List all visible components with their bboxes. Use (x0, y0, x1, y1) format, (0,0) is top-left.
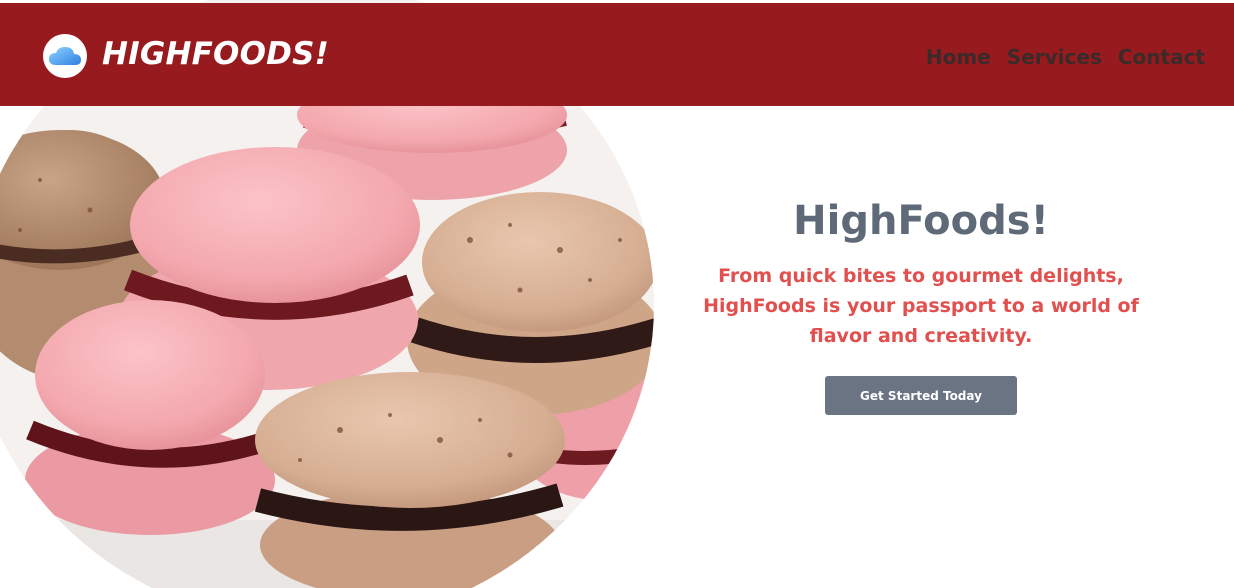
page: HIGHFOODS! Home Services Contact HighFoo… (0, 0, 1234, 588)
main-nav: Home Services Contact (926, 45, 1205, 69)
cloud-icon (49, 47, 81, 65)
site-header: HIGHFOODS! Home Services Contact (0, 3, 1234, 106)
brand-name[interactable]: HIGHFOODS! (102, 36, 329, 72)
nav-home-link[interactable]: Home (926, 45, 991, 69)
nav-services-link[interactable]: Services (1007, 45, 1102, 69)
nav-contact-link[interactable]: Contact (1118, 45, 1205, 69)
brand-logo[interactable] (43, 34, 87, 78)
hero-subtitle: From quick bites to gourmet delights, Hi… (703, 265, 1139, 347)
get-started-button[interactable]: Get Started Today (825, 376, 1017, 415)
hero-title: HighFoods! (793, 198, 1049, 244)
